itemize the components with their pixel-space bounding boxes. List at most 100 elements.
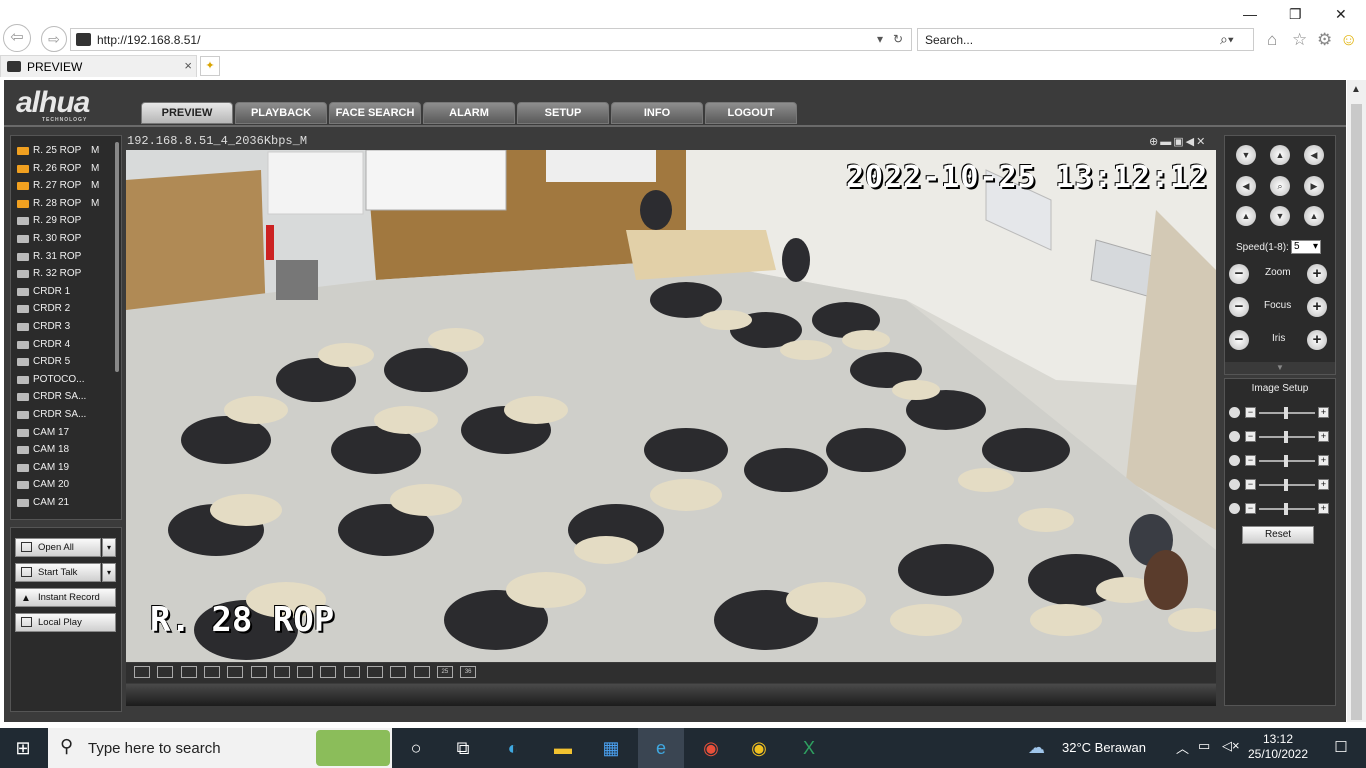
chrome-profile-icon[interactable]: ◉ bbox=[688, 728, 734, 768]
ptz-up-left-icon[interactable]: ▼ bbox=[1236, 145, 1256, 165]
layout-split-button[interactable] bbox=[227, 666, 244, 678]
layout-split-button[interactable]: 36 bbox=[460, 666, 477, 678]
tab-alarm[interactable]: ALARM bbox=[423, 102, 515, 124]
tab-face-search[interactable]: FACE SEARCH bbox=[329, 102, 421, 124]
channel-item[interactable]: CAM 18 bbox=[15, 441, 119, 459]
address-bar[interactable]: http://192.168.8.51/ ▾ ↻ bbox=[70, 28, 912, 51]
restore-icon[interactable]: ❐ bbox=[1289, 6, 1302, 23]
channel-item[interactable]: CAM 21 bbox=[15, 494, 119, 512]
ptz-down-left-icon[interactable]: ▲ bbox=[1236, 206, 1256, 226]
tray-expand-icon[interactable]: ︿ bbox=[1176, 738, 1189, 757]
speed-select[interactable]: 5 ▾ bbox=[1291, 240, 1321, 254]
iris-minus-button[interactable]: − bbox=[1229, 330, 1249, 350]
slider-knob[interactable] bbox=[1284, 479, 1288, 491]
channel-item[interactable]: CRDR 3 bbox=[15, 318, 119, 336]
layout-split-button[interactable] bbox=[273, 666, 290, 678]
task-view-icon[interactable]: ⧉ bbox=[440, 728, 486, 768]
layout-split-button[interactable] bbox=[134, 666, 150, 678]
address-dropdown-icon[interactable]: ▾ bbox=[877, 32, 883, 46]
slider-increase-button[interactable]: + bbox=[1318, 503, 1329, 514]
close-window-icon[interactable]: ✕ bbox=[1335, 6, 1347, 23]
notification-icon[interactable]: ☐ bbox=[1318, 728, 1364, 768]
tab-preview[interactable]: PREVIEW × bbox=[0, 55, 197, 77]
instant-record-button[interactable]: ▲ Instant Record bbox=[15, 588, 116, 607]
home-icon[interactable]: ⌂ bbox=[1267, 30, 1277, 50]
slider-increase-button[interactable]: + bbox=[1318, 431, 1329, 442]
feedback-smiley-icon[interactable]: ☺ bbox=[1340, 30, 1357, 50]
slider-increase-button[interactable]: + bbox=[1318, 455, 1329, 466]
chrome-icon[interactable]: ◉ bbox=[736, 728, 782, 768]
weather-text[interactable]: 32°C Berawan bbox=[1062, 740, 1146, 755]
new-tab-icon[interactable]: ✦ bbox=[200, 56, 220, 76]
forward-button[interactable]: ⇨ bbox=[41, 26, 67, 52]
layout-split-button[interactable] bbox=[297, 666, 314, 678]
zoom-icon[interactable]: ⊕ bbox=[1149, 136, 1160, 148]
scrollbar-thumb[interactable] bbox=[1351, 104, 1362, 720]
network-icon[interactable]: ▭ bbox=[1198, 738, 1210, 754]
channel-item[interactable]: R. 27 ROP M bbox=[15, 177, 119, 195]
edge-icon[interactable]: ◐ bbox=[490, 728, 536, 768]
ptz-down-right-icon[interactable]: ▲ bbox=[1304, 206, 1324, 226]
channel-item[interactable]: POTOCO... bbox=[15, 371, 119, 389]
channel-item[interactable]: CRDR 4 bbox=[15, 336, 119, 354]
slider-increase-button[interactable]: + bbox=[1318, 407, 1329, 418]
slider-decrease-button[interactable]: − bbox=[1245, 503, 1256, 514]
windows-start-icon[interactable]: ⊞ bbox=[0, 728, 46, 768]
layout-split-button[interactable] bbox=[203, 666, 220, 678]
tab-playback[interactable]: PLAYBACK bbox=[235, 102, 327, 124]
zoom-minus-button[interactable]: − bbox=[1229, 264, 1249, 284]
slider-knob[interactable] bbox=[1284, 407, 1288, 419]
ptz-up-icon[interactable]: ▲ bbox=[1270, 145, 1290, 165]
channel-item[interactable]: CRDR 5 bbox=[15, 353, 119, 371]
channel-item[interactable]: R. 25 ROP M bbox=[15, 142, 119, 160]
slider-decrease-button[interactable]: − bbox=[1245, 455, 1256, 466]
back-button[interactable]: ⇦ bbox=[3, 24, 31, 52]
reset-button[interactable]: Reset bbox=[1242, 526, 1314, 544]
ptz-center-zoom-icon[interactable]: ⌕ bbox=[1270, 176, 1290, 196]
video-viewport[interactable]: 2022-10-25 13:12:12 R. 28 ROP bbox=[126, 150, 1216, 662]
tab-preview[interactable]: PREVIEW bbox=[141, 102, 233, 124]
focus-minus-button[interactable]: − bbox=[1229, 297, 1249, 317]
tab-info[interactable]: INFO bbox=[611, 102, 703, 124]
slider-increase-button[interactable]: + bbox=[1318, 479, 1329, 490]
ptz-left-icon[interactable]: ◀ bbox=[1236, 176, 1256, 196]
cortana-icon[interactable]: ○ bbox=[393, 728, 439, 768]
layout-split-button[interactable] bbox=[157, 666, 174, 678]
page-scrollbar[interactable]: ▲ bbox=[1347, 80, 1366, 722]
channel-item[interactable]: R. 31 ROP bbox=[15, 248, 119, 266]
slider-decrease-button[interactable]: − bbox=[1245, 407, 1256, 418]
layout-split-button[interactable] bbox=[390, 666, 407, 678]
start-talk-dropdown-icon[interactable]: ▾ bbox=[102, 563, 116, 582]
open-all-button[interactable]: Open All ▾ bbox=[15, 538, 116, 557]
scroll-up-icon[interactable]: ▲ bbox=[1351, 84, 1361, 95]
channel-item[interactable]: CAM 19 bbox=[15, 459, 119, 477]
ptz-up-right-icon[interactable]: ◀ bbox=[1304, 145, 1324, 165]
layout-split-button[interactable] bbox=[367, 666, 383, 678]
iris-plus-button[interactable]: + bbox=[1307, 330, 1327, 350]
channel-item[interactable]: CRDR SA... bbox=[15, 406, 119, 424]
store-icon[interactable]: ▦ bbox=[588, 728, 634, 768]
layout-split-button[interactable] bbox=[320, 666, 337, 678]
channel-item[interactable]: CRDR 1 bbox=[15, 283, 119, 301]
tab-close-icon[interactable]: × bbox=[184, 58, 192, 73]
layout-split-button[interactable] bbox=[250, 666, 267, 678]
record-icon[interactable]: ▣ bbox=[1173, 136, 1185, 148]
start-talk-button[interactable]: Start Talk ▾ bbox=[15, 563, 116, 582]
channel-item[interactable]: CRDR SA... bbox=[15, 388, 119, 406]
tab-logout[interactable]: LOGOUT bbox=[705, 102, 797, 124]
taskbar-search[interactable]: ⚲ Type here to search bbox=[48, 728, 392, 768]
channel-item[interactable]: R. 30 ROP bbox=[15, 230, 119, 248]
ptz-right-icon[interactable]: ▶ bbox=[1304, 176, 1324, 196]
search-box[interactable]: Search... ⌕▾ bbox=[917, 28, 1254, 51]
channel-item[interactable]: CAM 17 bbox=[15, 424, 119, 442]
channel-list-scrollbar[interactable] bbox=[115, 142, 119, 372]
tab-setup[interactable]: SETUP bbox=[517, 102, 609, 124]
snapshot-icon[interactable]: ▬ bbox=[1160, 136, 1173, 148]
ptz-down-icon[interactable]: ▼ bbox=[1270, 206, 1290, 226]
channel-item[interactable]: CAM 20 bbox=[15, 476, 119, 494]
open-all-dropdown-icon[interactable]: ▾ bbox=[102, 538, 116, 557]
taskbar-clock[interactable]: 13:12 25/10/2022 bbox=[1246, 732, 1310, 762]
layout-split-button[interactable]: 25 bbox=[436, 666, 453, 678]
favorites-star-icon[interactable]: ☆ bbox=[1292, 30, 1307, 50]
layout-split-button[interactable] bbox=[413, 666, 430, 678]
